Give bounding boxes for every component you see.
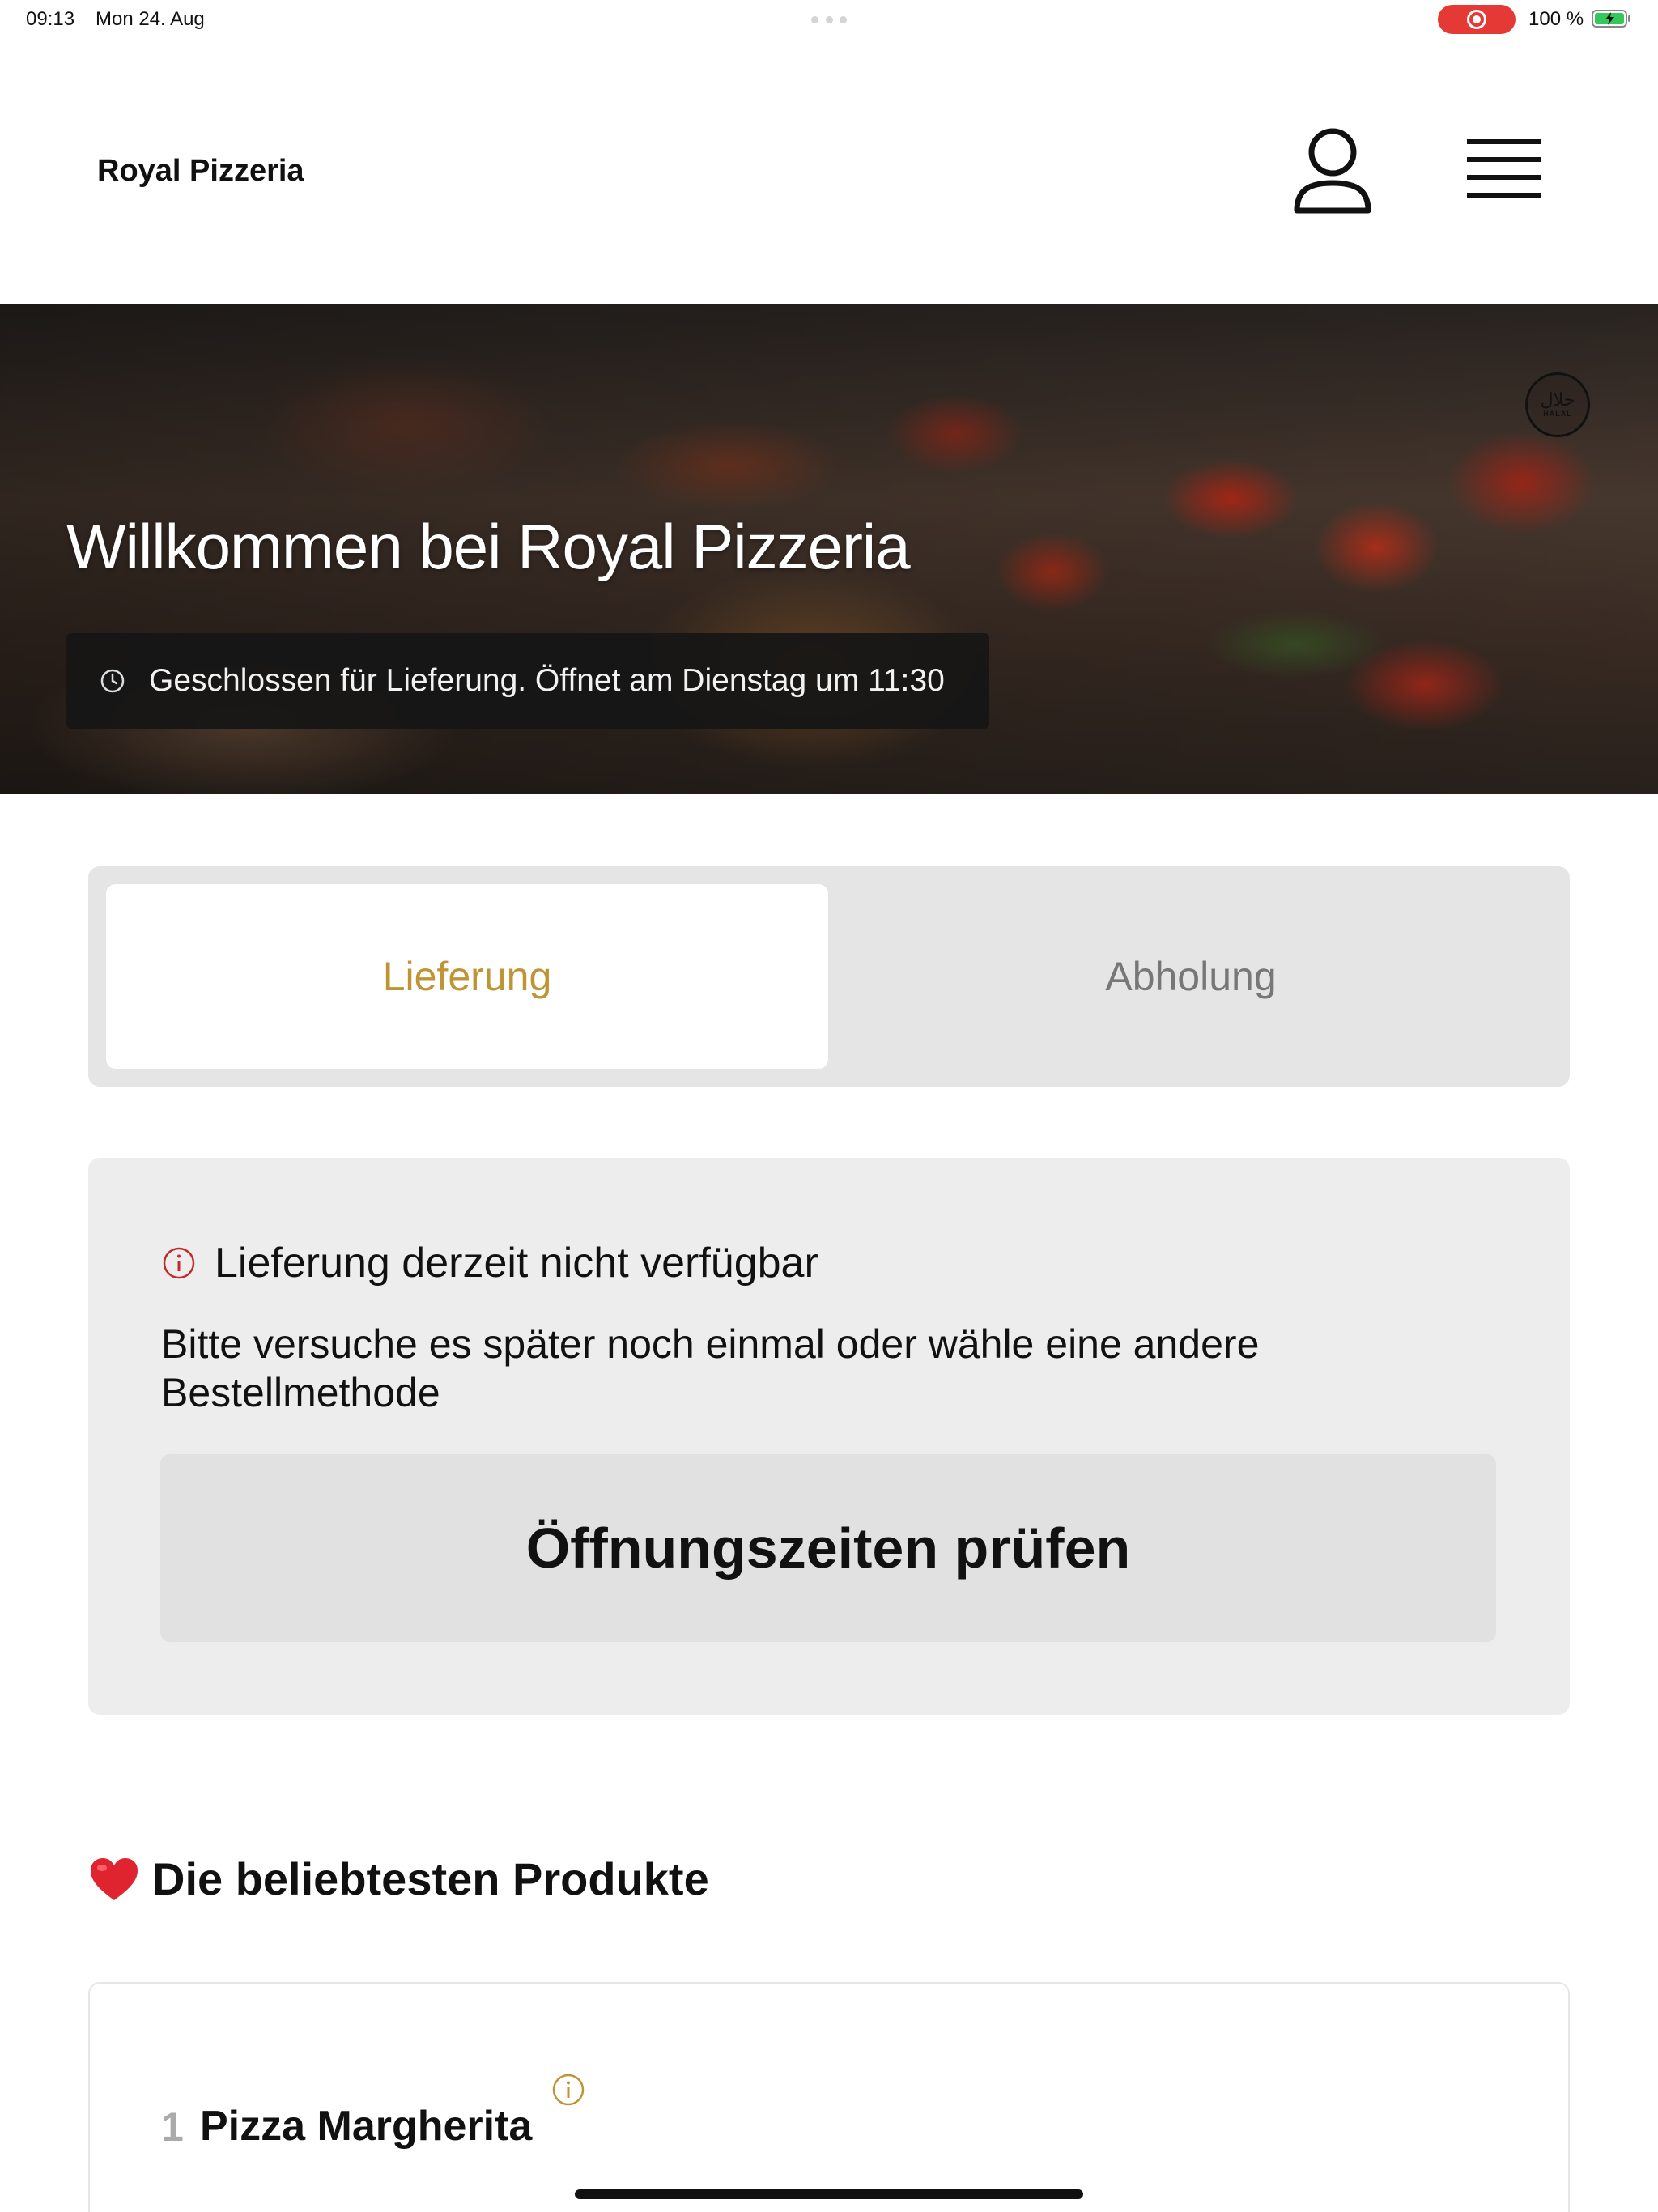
check-opening-hours-button[interactable]: Öffnungszeiten prüfen [160, 1454, 1496, 1642]
record-icon[interactable] [1438, 5, 1516, 34]
status-time: 09:13 [26, 8, 75, 30]
product-name: Pizza Margherita [200, 2103, 533, 2150]
multitasking-dots-icon[interactable] [811, 16, 847, 23]
hamburger-menu-icon[interactable] [1464, 133, 1545, 206]
heart-icon [91, 1857, 138, 1900]
tab-pickup[interactable]: Abholung [830, 884, 1552, 1069]
hero-title: Willkommen bei Royal Pizzeria [66, 511, 911, 582]
halal-badge-latin: HALAL [1543, 410, 1572, 418]
order-mode-segmented-control: Lieferung Abholung [88, 866, 1570, 1087]
product-card[interactable]: 1 Pizza Margherita [88, 1982, 1570, 2212]
user-icon[interactable] [1292, 126, 1373, 217]
halal-badge-arabic: حلال [1540, 390, 1575, 410]
status-date: Mon 24. Aug [96, 8, 205, 30]
home-indicator[interactable] [575, 2189, 1083, 2199]
info-icon [163, 1247, 195, 1279]
status-bar: 09:13 Mon 24. Aug 100 % [0, 0, 1658, 39]
opening-status-text: Geschlossen für Lieferung. Öffnet am Die… [149, 663, 945, 698]
popular-products-header: Die beliebtesten Produkte [89, 1853, 709, 1905]
battery-percentage: 100 % [1528, 8, 1584, 30]
popular-products-title: Die beliebtesten Produkte [152, 1853, 709, 1904]
delivery-unavailable-card: Lieferung derzeit nicht verfügbar Bitte … [88, 1158, 1570, 1715]
opening-status-banner: Geschlossen für Lieferung. Öffnet am Die… [66, 633, 989, 729]
product-rank: 1 [161, 2104, 184, 2150]
halal-badge-icon: حلال HALAL [1525, 372, 1590, 437]
product-info-icon[interactable] [551, 2073, 585, 2107]
tab-delivery[interactable]: Lieferung [106, 884, 828, 1069]
notice-header: Lieferung derzeit nicht verfügbar [161, 1239, 818, 1287]
clock-icon [100, 669, 125, 693]
notice-body: Bitte versuche es später noch einmal ode… [161, 1321, 1260, 1415]
notice-title: Lieferung derzeit nicht verfügbar [215, 1240, 818, 1287]
brand-logo-text[interactable]: Royal Pizzeria [97, 154, 304, 189]
battery-charging-icon [1592, 10, 1630, 28]
